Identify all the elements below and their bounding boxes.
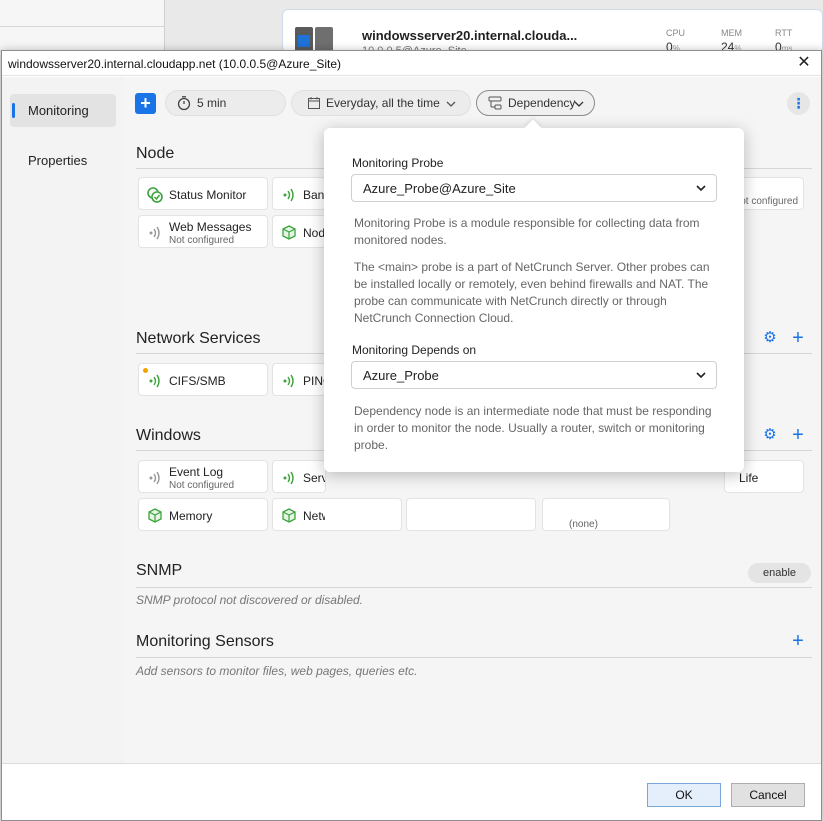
web-messages-icon [149, 226, 160, 240]
sidebar-item-monitoring[interactable]: Monitoring [10, 94, 116, 127]
section-divider [136, 587, 812, 588]
card-status-monitor[interactable]: Status Monitor [138, 177, 268, 210]
dependency-description: Dependency node is an intermediate node … [354, 404, 712, 452]
section-title-node: Node [136, 145, 175, 162]
card-event-log[interactable]: Event Log Not configured [138, 460, 268, 493]
dependency-icon [488, 96, 502, 110]
status-monitor-icon [147, 187, 163, 203]
card-cifs-smb[interactable]: CIFS/SMB [138, 363, 268, 396]
add-network-service-icon[interactable]: + [790, 328, 806, 348]
monitoring-probe-details: The <main> probe is a part of NetCrunch … [354, 260, 710, 325]
card-bandwidth[interactable]: Bandwidth [272, 177, 326, 210]
background-node-card: windowsserver20.internal.clouda... 10.0.… [282, 9, 823, 57]
section-title-windows: Windows [136, 427, 201, 444]
stopwatch-icon [177, 96, 191, 111]
monitoring-depends-value: Azure_Probe [363, 368, 439, 383]
chevron-down-icon [446, 101, 456, 107]
background-app: windowsserver20.internal.clouda... 10.0.… [0, 0, 823, 57]
add-sensor-icon[interactable]: + [790, 631, 806, 651]
schedule-label: Everyday, all the time [326, 96, 440, 110]
sidebar-item-properties[interactable]: Properties [10, 144, 116, 177]
gear-icon[interactable]: ⚙ [762, 427, 778, 443]
section-title-snmp: SNMP [136, 562, 183, 579]
gear-icon[interactable]: ⚙ [762, 330, 778, 346]
snmp-enable-button[interactable]: enable [748, 563, 811, 583]
node-cube-icon [282, 225, 296, 240]
interval-label: 5 min [197, 96, 227, 110]
schedule-dropdown[interactable]: Everyday, all the time [291, 90, 471, 116]
snmp-note: SNMP protocol not discovered or disabled… [136, 593, 364, 607]
chevron-down-icon [696, 185, 706, 192]
sensors-note: Add sensors to monitor files, web pages,… [136, 664, 418, 678]
chevron-down-icon [574, 101, 584, 107]
add-windows-monitor-icon[interactable]: + [790, 425, 806, 445]
cifs-icon [149, 374, 160, 388]
sidebar: Monitoring Properties [2, 77, 124, 763]
dialog-titlebar: windowsserver20.internal.cloudapp.net (1… [2, 51, 821, 76]
services-icon [283, 471, 294, 485]
ping-icon [283, 374, 294, 388]
dependency-label: Dependency [508, 96, 576, 110]
ok-button[interactable]: OK [647, 783, 721, 807]
dialog-title: windowsserver20.internal.cloudapp.net (1… [8, 57, 342, 71]
add-monitor-button[interactable]: + [135, 93, 156, 114]
card-memory[interactable]: Memory [138, 498, 268, 531]
dependency-dropdown[interactable]: Dependency [476, 90, 595, 116]
background-node-name: windowsserver20.internal.clouda... [362, 28, 578, 43]
card-web-messages[interactable]: Web Messages Not configured [138, 215, 268, 248]
card-node[interactable]: Node [272, 215, 326, 248]
card-windows-partial-none[interactable]: (none) [542, 498, 670, 531]
bandwidth-icon [283, 188, 294, 202]
monitoring-probe-select[interactable]: Azure_Probe@Azure_Site [351, 174, 717, 202]
cancel-button[interactable]: Cancel [731, 783, 805, 807]
dependency-popover: Monitoring Probe Azure_Probe@Azure_Site … [324, 119, 744, 472]
background-left-panel [0, 0, 165, 50]
monitoring-probe-description: Monitoring Probe is a module responsible… [354, 216, 700, 247]
section-title-monitoring-sensors: Monitoring Sensors [136, 633, 274, 650]
card-ping[interactable]: PING [272, 363, 326, 396]
memory-cube-icon [148, 508, 162, 523]
monitoring-depends-select[interactable]: Azure_Probe [351, 361, 717, 389]
chevron-down-icon [696, 372, 706, 379]
network-cube-icon [282, 508, 296, 523]
dialog-footer: OK Cancel [2, 763, 821, 820]
monitoring-interval-button[interactable]: 5 min [165, 90, 286, 116]
event-log-icon [149, 471, 160, 485]
section-title-network-services: Network Services [136, 330, 261, 347]
close-icon[interactable]: ✕ [793, 53, 815, 73]
monitoring-depends-label: Monitoring Depends on [352, 343, 477, 357]
section-divider [136, 657, 812, 658]
monitoring-probe-value: Azure_Probe@Azure_Site [363, 181, 516, 196]
card-windows-partial[interactable] [406, 498, 536, 531]
more-options-icon[interactable]: ⋮ [787, 92, 810, 115]
monitoring-probe-label: Monitoring Probe [352, 156, 444, 170]
calendar-icon [308, 97, 320, 109]
card-network[interactable]: Network [272, 498, 402, 531]
card-services[interactable]: Services [272, 460, 326, 493]
